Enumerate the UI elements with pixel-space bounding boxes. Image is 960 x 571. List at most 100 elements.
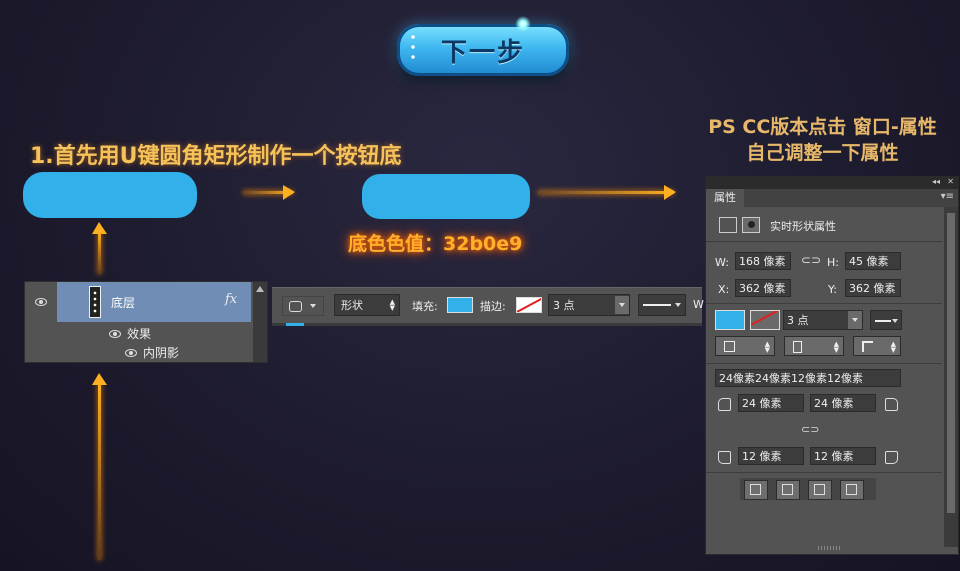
stroke-align-select[interactable]: ▲ ▼	[715, 336, 775, 356]
stroke-line-icon	[643, 304, 671, 306]
panel-menu-icon[interactable]: ▾≡	[941, 191, 954, 202]
color-value-label: 底色色值：32b0e9	[348, 233, 523, 255]
layers-panel: 底层 fx 效果 内阴影	[24, 281, 268, 363]
fx-icon[interactable]: fx	[225, 292, 237, 307]
corner-radii-summary-field[interactable]: 24像素24像素12像素12像素	[715, 369, 901, 387]
divider	[706, 472, 942, 473]
panel-title-strip: ◂◂ ✕	[706, 177, 958, 189]
options-bar-edge	[272, 323, 702, 326]
stroke-width-field[interactable]: 3 点	[783, 310, 863, 330]
top-left-corner-icon	[718, 398, 731, 411]
link-radii-icon[interactable]: ⊂⊃	[801, 423, 819, 436]
x-label: X:	[718, 283, 730, 296]
w-label: W:	[715, 256, 729, 269]
stroke-corners-select[interactable]: ▲ ▼	[853, 336, 901, 356]
bottom-right-corner-icon	[885, 451, 898, 464]
arrow-up-icon	[92, 222, 107, 274]
rounded-rect-shape-preview	[23, 172, 197, 218]
stroke-width-dropdown[interactable]	[615, 296, 629, 314]
updown-icon: ▲ ▼	[389, 298, 395, 312]
next-step-label: 下一步	[440, 37, 525, 68]
stroke-type-select[interactable]	[638, 294, 686, 316]
resize-grip-icon[interactable]	[818, 546, 842, 550]
height-field[interactable]: 45 像素	[845, 252, 901, 270]
inner-shadow-row[interactable]: 内阴影	[125, 344, 179, 361]
path-operations-group	[740, 478, 876, 500]
eye-icon	[109, 329, 121, 338]
properties-panel: ◂◂ ✕ 属性 ▾≡ 实时形状属性 W: 168 像素 ⊂⊃ H: 45 像素 …	[705, 176, 959, 555]
stroke-color-swatch[interactable]	[750, 310, 780, 330]
updown-icon: ▲ ▼	[890, 340, 896, 354]
stroke-type-select[interactable]	[870, 310, 902, 330]
mask-dot-icon	[747, 221, 755, 228]
chevron-down-icon	[675, 303, 681, 307]
rounded-rect-tool-icon	[289, 300, 302, 312]
eye-icon	[125, 348, 137, 357]
tool-preset-picker[interactable]	[282, 296, 324, 316]
chevron-down-icon	[892, 319, 898, 323]
stroke-color-swatch[interactable]	[516, 297, 542, 313]
y-field[interactable]: 362 像素	[845, 279, 901, 297]
shape-options-bar: 形状 ▲ ▼ 填充: 描边: 3 点 W	[272, 287, 704, 324]
sparkle-icon	[515, 16, 531, 32]
radius-bottom-left-field[interactable]: 12 像素	[738, 447, 804, 465]
stroke-width-value: 3 点	[787, 314, 809, 327]
properties-scrollbar[interactable]	[944, 207, 958, 547]
subtract-shape-button[interactable]	[776, 480, 800, 500]
chevron-down-icon	[852, 318, 858, 322]
tool-mode-value: 形状	[341, 299, 363, 312]
stroke-corners-icon	[862, 341, 873, 352]
layer-row[interactable]: 底层 fx	[25, 282, 251, 322]
collapse-icon[interactable]: ◂◂	[932, 177, 940, 186]
stroke-label: 描边:	[480, 300, 506, 313]
radius-top-right-field[interactable]: 24 像素	[810, 394, 876, 412]
radius-bottom-right-field[interactable]: 12 像素	[810, 447, 876, 465]
divider	[706, 241, 942, 242]
stroke-width-dropdown[interactable]	[848, 311, 862, 329]
width-field[interactable]: 168 像素	[735, 252, 791, 270]
shape-properties-icon[interactable]	[719, 217, 737, 233]
layer-visibility-toggle[interactable]	[25, 282, 57, 322]
close-icon[interactable]: ✕	[947, 177, 954, 186]
exclude-overlap-button[interactable]	[840, 480, 864, 500]
bottom-left-corner-icon	[718, 451, 731, 464]
divider	[706, 303, 942, 304]
combine-shapes-button[interactable]	[744, 480, 768, 500]
stroke-caps-icon	[793, 341, 802, 353]
next-step-button[interactable]: 下一步	[397, 16, 569, 76]
mask-properties-icon[interactable]	[742, 217, 760, 233]
updown-icon: ▲ ▼	[833, 340, 839, 354]
stroke-caps-select[interactable]: ▲ ▼	[784, 336, 844, 356]
properties-note-line1: PS CC版本点击 窗口-属性	[708, 116, 937, 138]
effects-label: 效果	[127, 327, 152, 341]
layers-scrollbar[interactable]	[253, 282, 267, 362]
fill-color-swatch[interactable]	[715, 310, 745, 330]
link-icon[interactable]: ⊂⊃	[801, 253, 821, 267]
updown-icon: ▲ ▼	[764, 340, 770, 354]
sparkle-dots-icon	[409, 32, 417, 62]
stroke-line-icon	[875, 320, 891, 322]
inner-shadow-label: 内阴影	[143, 346, 180, 360]
divider	[706, 363, 942, 364]
fill-color-swatch[interactable]	[447, 297, 473, 313]
radius-top-left-field[interactable]: 24 像素	[738, 394, 804, 412]
tool-mode-select[interactable]: 形状 ▲ ▼	[334, 294, 400, 316]
arrow-up-long-icon	[92, 373, 107, 560]
properties-note: PS CC版本点击 窗口-属性 自己调整一下属性	[690, 114, 955, 166]
stroke-align-icon	[724, 341, 735, 352]
chevron-down-icon	[310, 304, 316, 308]
stroke-width-field[interactable]: 3 点	[548, 294, 630, 316]
width-label: W	[693, 298, 704, 311]
y-label: Y:	[828, 283, 837, 296]
h-label: H:	[827, 256, 839, 269]
arrow-right-long-icon	[538, 185, 676, 200]
intersect-shapes-button[interactable]	[808, 480, 832, 500]
tab-properties[interactable]: 属性	[706, 189, 744, 207]
stroke-width-value: 3 点	[553, 299, 575, 312]
layer-name: 底层	[111, 296, 136, 310]
layer-thumbnail	[89, 286, 101, 318]
panel-tab-bar: 属性 ▾≡	[706, 189, 958, 207]
rounded-rect-shape-final	[362, 174, 530, 219]
effects-row[interactable]: 效果	[109, 325, 151, 342]
x-field[interactable]: 362 像素	[735, 279, 791, 297]
